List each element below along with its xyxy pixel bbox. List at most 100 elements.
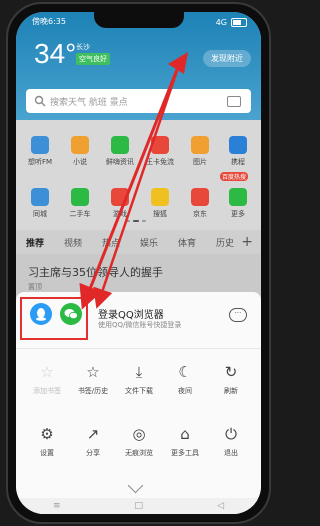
menu-label: 退出 [224, 449, 238, 457]
hot-badge: 百度热搜 [220, 172, 249, 181]
download-icon: ⤓ [135, 363, 143, 381]
shortcut-label: 游戏 [113, 210, 127, 218]
card-icon [151, 136, 169, 154]
menu-label: 夜间 [178, 387, 192, 395]
shortcut-item[interactable]: 携程 [216, 136, 260, 167]
more-grid-icon [229, 188, 247, 206]
shortcut-label: 同城 [33, 210, 47, 218]
city-icon [31, 188, 49, 206]
menu-sheet: 登录QQ浏览器 使用QQ/微信账号快捷登录 ··· ☆ 添加书签 ☆ 书签/历史… [16, 292, 261, 514]
news-tag: 置顶 [28, 283, 42, 291]
menu-settings[interactable]: ⚙ 设置 [22, 424, 72, 458]
menu-label: 无痕浏览 [125, 449, 153, 457]
nav-menu-icon[interactable]: ≡ [53, 501, 61, 511]
shortcut-label: 小说 [73, 158, 87, 166]
screen: 傍晚6:35 4G 34° 长沙 空气良好 发现附近 搜索天气 航班 景点 想听… [16, 12, 261, 514]
jd-icon [191, 188, 209, 206]
moon-icon: ☾ [178, 363, 192, 381]
image-icon [191, 136, 209, 154]
toolbox-icon: ⌂ [180, 425, 190, 443]
incognito-icon: ◎ [132, 425, 146, 443]
phone-frame: 傍晚6:35 4G 34° 长沙 空气良好 发现附近 搜索天气 航班 景点 想听… [6, 2, 271, 524]
menu-label: 书签/历史 [77, 387, 109, 395]
notch [94, 12, 184, 28]
collapse-chevron-icon[interactable] [127, 477, 144, 494]
power-icon: ⏻ [225, 425, 237, 443]
menu-incognito[interactable]: ◎ 无痕浏览 [114, 424, 164, 458]
menu-label: 设置 [40, 449, 54, 457]
car-icon [71, 188, 89, 206]
status-time: 傍晚6:35 [32, 17, 66, 26]
menu-downloads[interactable]: ⤓ 文件下载 [114, 362, 164, 396]
star-outline-icon: ☆ [40, 363, 54, 381]
shortcut-item[interactable]: 更多 [216, 188, 260, 219]
shortcut-item[interactable]: 小说 [58, 136, 102, 167]
fm-icon [31, 136, 49, 154]
sohu-icon [151, 188, 169, 206]
login-title: 登录QQ浏览器 [98, 310, 164, 321]
wechat-login-icon[interactable] [60, 303, 82, 325]
shortcut-label: 图片 [193, 158, 207, 166]
menu-share[interactable]: ↗ 分享 [68, 424, 118, 458]
menu-exit[interactable]: ⏻ 退出 [206, 424, 256, 458]
tab-recommend[interactable]: 推荐 [16, 236, 54, 249]
network-label: 4G [215, 17, 227, 27]
shortcut-label: 更多 [231, 210, 245, 218]
news-icon [111, 136, 129, 154]
menu-refresh[interactable]: ↻ 刷新 [206, 362, 256, 396]
news-headline[interactable]: 习主席与35位领导人的握手 [28, 264, 163, 280]
menu-add-bookmark[interactable]: ☆ 添加书签 [22, 362, 72, 396]
shortcut-item[interactable]: 鲜嗨资讯 [98, 136, 142, 167]
camera-icon[interactable] [227, 95, 241, 107]
message-icon[interactable]: ··· [229, 308, 247, 322]
shortcut-label: 鲜嗨资讯 [106, 158, 134, 166]
book-icon [71, 136, 89, 154]
shortcut-item[interactable]: 搜狐 [138, 188, 182, 219]
ctrip-icon [229, 136, 247, 154]
share-icon: ↗ [86, 425, 100, 443]
shortcut-item[interactable]: 想听FM [18, 136, 62, 167]
shortcut-label: 想听FM [27, 158, 53, 166]
shortcut-item[interactable]: 游戏 [98, 188, 142, 219]
tab-hot[interactable]: 热点 [92, 236, 130, 249]
shortcut-item[interactable]: 王卡免流 [138, 136, 182, 167]
page-indicator [126, 220, 146, 222]
qq-login-icon[interactable] [30, 303, 52, 325]
shortcut-label: 携程 [231, 158, 245, 166]
find-nearby-button[interactable]: 发现附近 [203, 50, 251, 67]
nav-back-icon[interactable]: ◁ [217, 501, 224, 511]
search-placeholder: 搜索天气 航班 景点 [50, 97, 128, 108]
tab-entertainment[interactable]: 娱乐 [130, 236, 168, 249]
aqi-badge: 空气良好 [76, 53, 110, 65]
refresh-icon: ↻ [224, 363, 238, 381]
menu-more-tools[interactable]: ⌂ 更多工具 [160, 424, 210, 458]
nav-home-icon[interactable]: □ [135, 501, 144, 511]
add-tab-icon[interactable]: + [241, 234, 253, 250]
battery-icon [231, 17, 247, 27]
menu-label: 刷新 [224, 387, 238, 395]
search-bar[interactable]: 搜索天气 航班 景点 [26, 89, 251, 113]
menu-label: 更多工具 [171, 449, 199, 457]
system-nav-bar: ≡ □ ◁ [16, 498, 261, 514]
star-icon: ☆ [86, 363, 100, 381]
menu-label: 文件下载 [125, 387, 153, 395]
menu-bookmarks-history[interactable]: ☆ 书签/历史 [68, 362, 118, 396]
tab-video[interactable]: 视频 [54, 236, 92, 249]
shortcut-item[interactable]: 同城 [18, 188, 62, 219]
menu-night[interactable]: ☾ 夜间 [160, 362, 210, 396]
tab-history[interactable]: 历史 [206, 236, 244, 249]
divider [16, 348, 261, 349]
weather-header: 傍晚6:35 4G 34° 长沙 空气良好 发现附近 搜索天气 航班 景点 [16, 12, 261, 120]
shortcut-label: 二手车 [69, 210, 91, 218]
news-tabs: 推荐 视频 热点 娱乐 体育 历史 + [16, 230, 261, 254]
shortcut-item[interactable]: 二手车 [58, 188, 102, 219]
search-icon [34, 95, 46, 107]
tab-sports[interactable]: 体育 [168, 236, 206, 249]
login-row[interactable]: 登录QQ浏览器 使用QQ/微信账号快捷登录 ··· [16, 292, 261, 344]
login-subtitle: 使用QQ/微信账号快捷登录 [98, 321, 182, 329]
shortcut-grid: 想听FM 小说 鲜嗨资讯 王卡免流 图片 携程 同城 二手车 游戏 搜狐 京东 … [16, 120, 261, 230]
menu-label: 添加书签 [33, 387, 61, 395]
game-icon [111, 188, 129, 206]
temperature: 34° [34, 38, 77, 69]
gear-icon: ⚙ [40, 425, 54, 443]
